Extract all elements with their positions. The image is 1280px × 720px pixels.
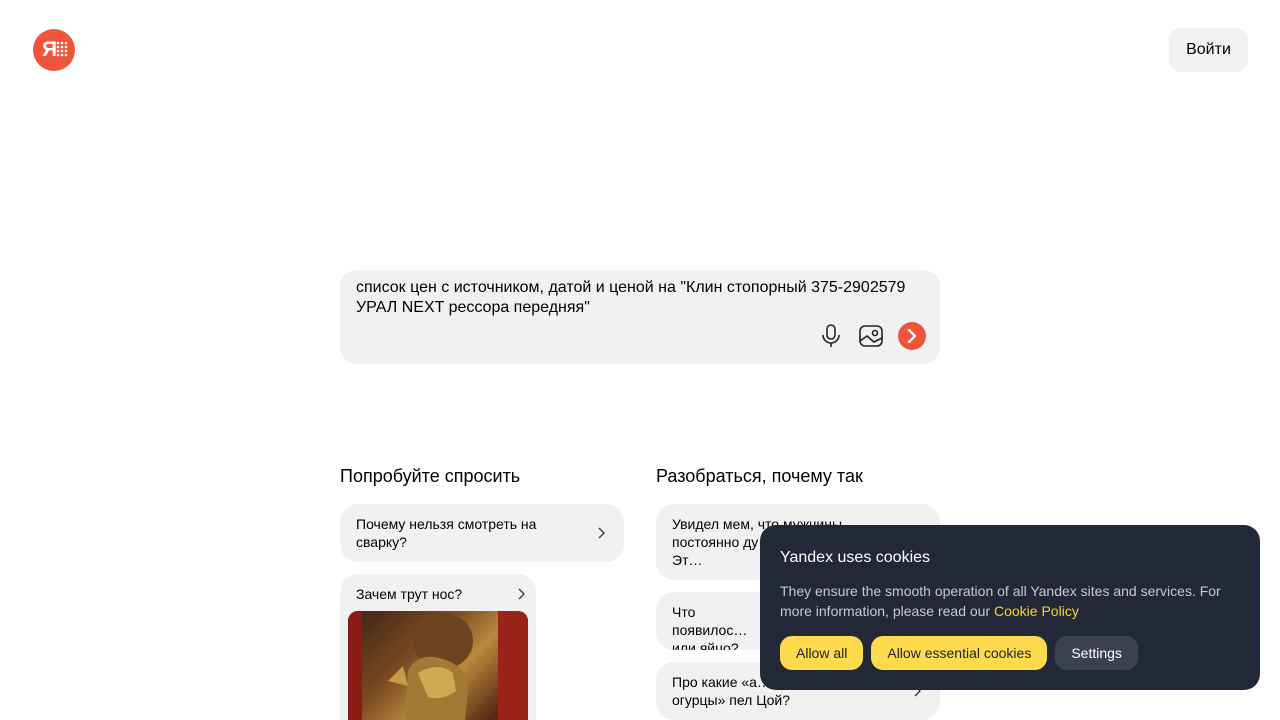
page: Я Войти список цен с источником, датой и… — [0, 0, 1280, 720]
login-button[interactable]: Войти — [1169, 28, 1248, 72]
suggestion-card-with-image[interactable]: Зачем трут нос? — [340, 574, 536, 720]
try-asking-title: Попробуйте спросить — [340, 466, 521, 486]
image-search-icon[interactable] — [858, 322, 884, 350]
allow-essential-button[interactable]: Allow essential cookies — [871, 636, 1048, 670]
cookie-settings-button[interactable]: Settings — [1055, 636, 1138, 670]
understand-why-title: Разобраться, почему так — [656, 466, 863, 486]
chevron-right-icon — [518, 588, 525, 600]
logo-letter: Я — [42, 38, 58, 61]
suggestion-label: Что появилос… или яйцо? — [672, 604, 748, 650]
microphone-icon[interactable] — [818, 322, 844, 350]
cookie-title: Yandex uses cookies — [780, 549, 931, 566]
cookie-policy-link[interactable]: Cookie Policy — [994, 603, 1079, 619]
cookie-banner: Yandex uses cookies They ensure the smoo… — [760, 525, 1260, 690]
yandex-logo[interactable]: Я — [33, 29, 75, 71]
suggestion-label: Зачем трут нос? — [356, 586, 463, 602]
dog-statue-image — [348, 611, 528, 720]
search-input[interactable]: список цен с источником, датой и ценой н… — [356, 278, 916, 318]
logo-dots-icon — [56, 41, 68, 57]
suggestion-label: Почему нельзя смотреть на сварку? — [356, 516, 537, 550]
cookie-text: They ensure the smooth operation of all … — [780, 581, 1240, 621]
cookie-buttons: Allow all Allow essential cookies Settin… — [780, 636, 1138, 670]
chevron-right-icon — [907, 329, 917, 343]
search-actions — [818, 322, 926, 350]
allow-all-button[interactable]: Allow all — [780, 636, 864, 670]
suggestion-card[interactable]: Почему нельзя смотреть на сварку? — [340, 504, 624, 562]
search-box[interactable]: список цен с источником, датой и ценой н… — [340, 270, 940, 364]
send-button[interactable] — [898, 322, 926, 350]
chevron-right-icon — [598, 527, 605, 539]
